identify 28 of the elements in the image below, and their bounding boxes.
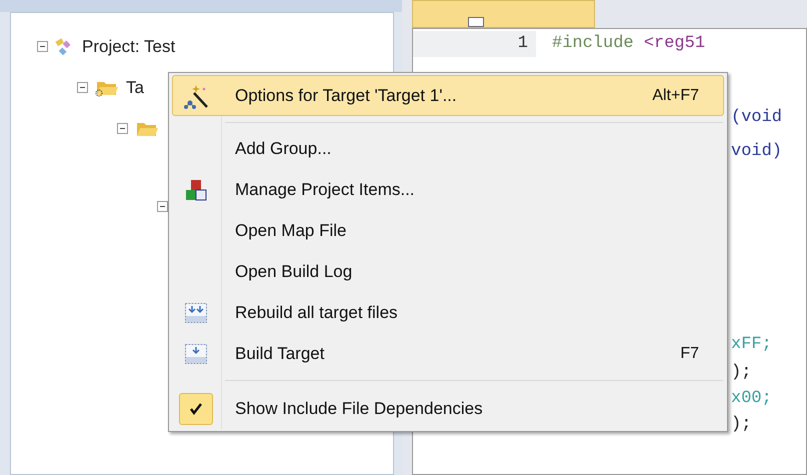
tree-item[interactable]: Ta — [126, 79, 144, 96]
code-text: xFF; — [731, 334, 772, 356]
code-text: ); — [731, 362, 752, 384]
collapse-icon[interactable] — [37, 41, 48, 52]
collapse-icon[interactable] — [77, 82, 88, 93]
collapse-icon[interactable] — [157, 201, 168, 212]
menu-item[interactable]: Show Include File Dependencies — [172, 388, 724, 429]
code-text: (void — [731, 107, 782, 130]
collapse-icon[interactable] — [117, 123, 128, 134]
menu-item[interactable]: Manage Project Items... — [172, 169, 724, 210]
shortcut-text: Alt+F7 — [652, 86, 700, 106]
line-number: 1 — [518, 33, 528, 56]
blocks-icon — [184, 178, 208, 202]
code-line: #include <reg51 — [551, 33, 706, 56]
build-icon — [184, 342, 208, 366]
tree-item[interactable]: Project: Test — [82, 38, 176, 55]
build-icon — [184, 300, 208, 324]
code-text: void) — [731, 141, 782, 164]
code-text: x00; — [731, 388, 772, 410]
menu-item[interactable]: Open Build Log — [172, 251, 724, 292]
code-text: ); — [731, 414, 752, 436]
shortcut-text: F7 — [680, 344, 700, 364]
menu-item[interactable]: Rebuild all target files — [172, 292, 724, 333]
menu-item[interactable]: Build Target F7 — [172, 333, 724, 374]
menu-item[interactable]: Options for Target 'Target 1'... Alt+F7 — [172, 75, 724, 116]
menu-item[interactable]: Open Map File — [172, 210, 724, 251]
wand-icon — [182, 82, 210, 108]
menu-item[interactable]: Add Group... — [172, 128, 724, 169]
